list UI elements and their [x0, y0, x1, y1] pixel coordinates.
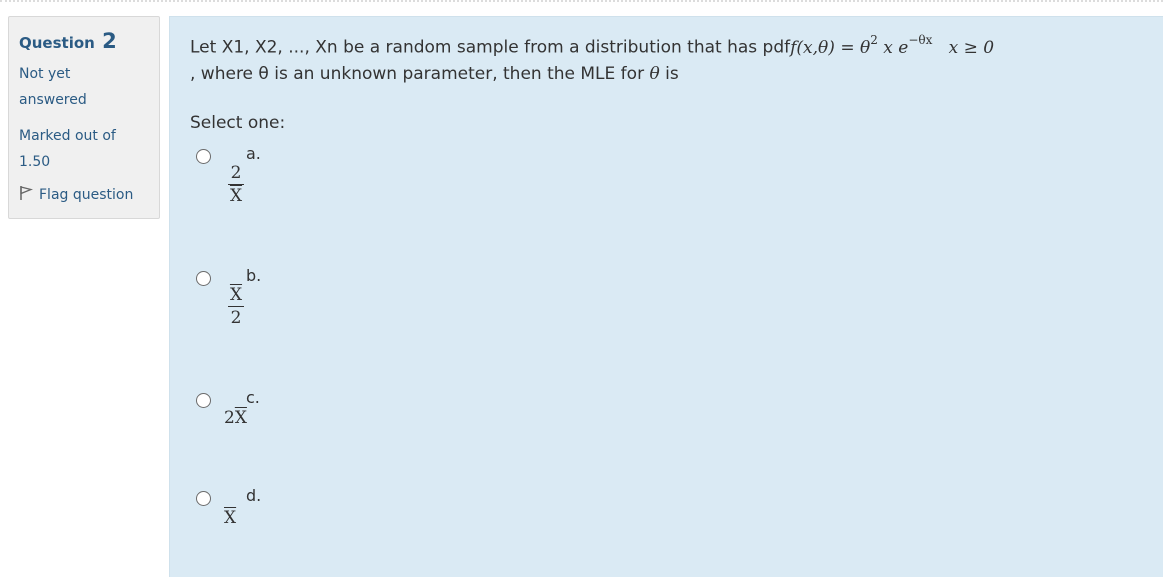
fraction-bar — [228, 306, 244, 307]
option-c-variable: X — [234, 408, 247, 428]
formula-equals: = — [840, 37, 855, 58]
question-text: Let X1, X2, ..., Xn be a random sample f… — [190, 29, 994, 87]
option-d-radio[interactable] — [196, 491, 211, 506]
option-a-radio[interactable] — [196, 149, 211, 164]
formula-exponent: −θx — [908, 33, 933, 47]
option-a-letter: a. — [246, 144, 261, 163]
option-c-math: 2X — [224, 408, 247, 428]
flag-question-link[interactable]: Flag question — [19, 185, 149, 205]
option-c-radio[interactable] — [196, 393, 211, 408]
question-state: Not yet answered — [19, 66, 87, 108]
question-number: 2 — [102, 29, 117, 53]
option-b-denominator: 2 — [230, 308, 242, 328]
question-text-where: , where θ is an unknown parameter, then … — [190, 63, 645, 84]
option-d-variable: X — [224, 508, 237, 528]
question-theta: θ — [649, 63, 660, 84]
question-text-line2: , where θ is an unknown parameter, then … — [190, 61, 994, 87]
question-text-line1: Let X1, X2, ..., Xn be a random sample f… — [190, 29, 994, 61]
flag-icon — [19, 185, 39, 205]
question-grade: Marked out of 1.50 — [19, 128, 116, 170]
question-content: Let X1, X2, ..., Xn be a random sample f… — [169, 16, 1163, 577]
formula-condition: x ≥ 0 — [948, 37, 995, 58]
question-label: Question — [19, 34, 95, 52]
option-b-numerator: X — [229, 285, 243, 305]
formula-x-e: x e — [883, 37, 909, 58]
option-a-numerator: 2 — [230, 163, 242, 183]
question-intro: Let X1, X2, ..., Xn be a random sample f… — [190, 37, 791, 58]
formula-function: f(x,θ) — [790, 37, 835, 58]
option-d-math: X — [224, 508, 236, 528]
option-a-math: 2 X — [227, 163, 245, 206]
option-a-denominator: X — [229, 186, 243, 206]
fraction-bar — [228, 184, 244, 185]
option-b-math: X 2 — [227, 285, 245, 328]
option-b-letter: b. — [246, 266, 262, 285]
option-d-letter: d. — [246, 486, 262, 505]
question-number-heading: Question 2 — [19, 29, 149, 53]
question-info-panel: Question 2 Not yet answered Marked out o… — [8, 16, 160, 219]
question-text-tail: is — [665, 63, 679, 84]
formula-theta: θ — [859, 37, 871, 58]
select-one-prompt: Select one: — [190, 113, 286, 133]
flag-question-label: Flag question — [39, 187, 134, 203]
formula-square: 2 — [870, 33, 878, 47]
pdf-formula: f(x,θ) = θ2 x e−θx x ≥ 0 — [790, 33, 995, 58]
option-c-letter: c. — [246, 388, 260, 407]
option-c-coefficient: 2 — [224, 408, 235, 428]
option-b-radio[interactable] — [196, 271, 211, 286]
top-divider — [0, 0, 1163, 6]
